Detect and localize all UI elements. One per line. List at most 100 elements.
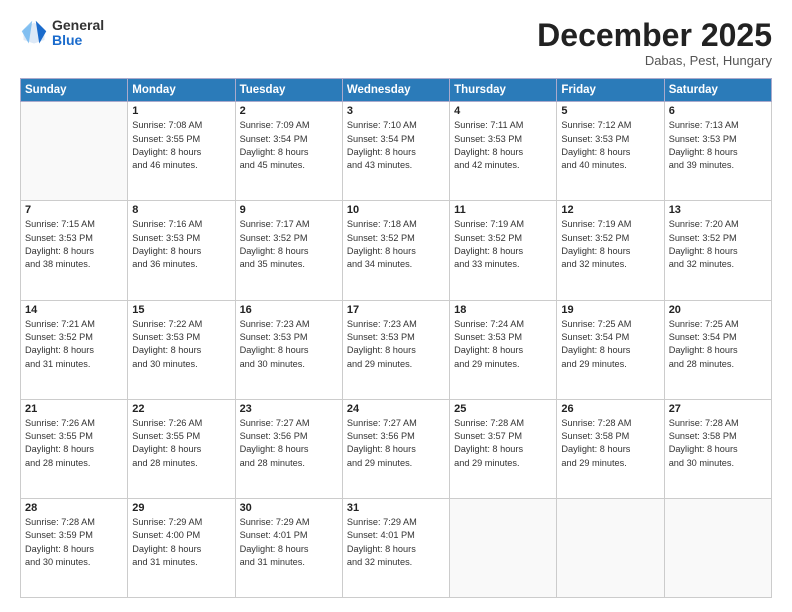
logo-general: General <box>52 18 104 33</box>
day-cell: 15 Sunrise: 7:22 AM Sunset: 3:53 PM Dayli… <box>128 300 235 399</box>
month-title: December 2025 <box>537 18 772 53</box>
day-info: Sunrise: 7:29 AM Sunset: 4:00 PM Dayligh… <box>132 516 230 569</box>
day-cell: 14 Sunrise: 7:21 AM Sunset: 3:52 PM Dayli… <box>21 300 128 399</box>
day-info: Sunrise: 7:28 AM Sunset: 3:57 PM Dayligh… <box>454 417 552 470</box>
day-number: 14 <box>25 304 123 316</box>
header-friday: Friday <box>557 79 664 102</box>
day-number: 27 <box>669 403 767 415</box>
header-wednesday: Wednesday <box>342 79 449 102</box>
day-info: Sunrise: 7:17 AM Sunset: 3:52 PM Dayligh… <box>240 218 338 271</box>
day-cell: 9 Sunrise: 7:17 AM Sunset: 3:52 PM Daylig… <box>235 201 342 300</box>
day-info: Sunrise: 7:21 AM Sunset: 3:52 PM Dayligh… <box>25 318 123 371</box>
week-row-5: 28Sunrise: 7:28 AM Sunset: 3:59 PM Dayli… <box>21 498 772 597</box>
location: Dabas, Pest, Hungary <box>537 53 772 68</box>
day-number: 15 <box>132 304 230 316</box>
day-info: Sunrise: 7:13 AM Sunset: 3:53 PM Dayligh… <box>669 119 767 172</box>
header-saturday: Saturday <box>664 79 771 102</box>
day-cell: 11 Sunrise: 7:19 AM Sunset: 3:52 PM Dayli… <box>450 201 557 300</box>
week-row-2: 7Sunrise: 7:15 AM Sunset: 3:53 PM Daylig… <box>21 201 772 300</box>
day-number: 13 <box>669 204 767 216</box>
day-cell <box>450 498 557 597</box>
day-number: 6 <box>669 105 767 117</box>
day-info: Sunrise: 7:24 AM Sunset: 3:53 PM Dayligh… <box>454 318 552 371</box>
day-cell: 26Sunrise: 7:28 AM Sunset: 3:58 PM Dayli… <box>557 399 664 498</box>
day-info: Sunrise: 7:26 AM Sunset: 3:55 PM Dayligh… <box>132 417 230 470</box>
day-number: 21 <box>25 403 123 415</box>
day-number: 10 <box>347 204 445 216</box>
day-cell: 20Sunrise: 7:25 AM Sunset: 3:54 PM Dayli… <box>664 300 771 399</box>
day-number: 18 <box>454 304 552 316</box>
day-cell: 1 Sunrise: 7:08 AM Sunset: 3:55 PM Daylig… <box>128 102 235 201</box>
day-info: Sunrise: 7:19 AM Sunset: 3:52 PM Dayligh… <box>454 218 552 271</box>
day-info: Sunrise: 7:29 AM Sunset: 4:01 PM Dayligh… <box>347 516 445 569</box>
logo-blue: Blue <box>52 33 104 48</box>
day-number: 30 <box>240 502 338 514</box>
day-cell: 18 Sunrise: 7:24 AM Sunset: 3:53 PM Dayli… <box>450 300 557 399</box>
day-number: 5 <box>561 105 659 117</box>
day-cell: 25Sunrise: 7:28 AM Sunset: 3:57 PM Dayli… <box>450 399 557 498</box>
logo: General Blue <box>20 18 104 49</box>
day-info: Sunrise: 7:20 AM Sunset: 3:52 PM Dayligh… <box>669 218 767 271</box>
day-number: 22 <box>132 403 230 415</box>
day-cell: 4Sunrise: 7:11 AM Sunset: 3:53 PM Daylig… <box>450 102 557 201</box>
week-row-3: 14 Sunrise: 7:21 AM Sunset: 3:52 PM Dayli… <box>21 300 772 399</box>
day-number: 28 <box>25 502 123 514</box>
day-cell <box>557 498 664 597</box>
day-cell: 28Sunrise: 7:28 AM Sunset: 3:59 PM Dayli… <box>21 498 128 597</box>
day-info: Sunrise: 7:12 AM Sunset: 3:53 PM Dayligh… <box>561 119 659 172</box>
day-number: 7 <box>25 204 123 216</box>
day-number: 24 <box>347 403 445 415</box>
day-cell: 16 Sunrise: 7:23 AM Sunset: 3:53 PM Dayli… <box>235 300 342 399</box>
day-info: Sunrise: 7:27 AM Sunset: 3:56 PM Dayligh… <box>347 417 445 470</box>
day-number: 3 <box>347 105 445 117</box>
day-info: Sunrise: 7:22 AM Sunset: 3:53 PM Dayligh… <box>132 318 230 371</box>
day-info: Sunrise: 7:18 AM Sunset: 3:52 PM Dayligh… <box>347 218 445 271</box>
day-cell: 13 Sunrise: 7:20 AM Sunset: 3:52 PM Dayli… <box>664 201 771 300</box>
day-number: 19 <box>561 304 659 316</box>
day-cell: 5 Sunrise: 7:12 AM Sunset: 3:53 PM Daylig… <box>557 102 664 201</box>
day-info: Sunrise: 7:23 AM Sunset: 3:53 PM Dayligh… <box>347 318 445 371</box>
day-info: Sunrise: 7:23 AM Sunset: 3:53 PM Dayligh… <box>240 318 338 371</box>
day-cell: 29 Sunrise: 7:29 AM Sunset: 4:00 PM Dayli… <box>128 498 235 597</box>
day-number: 1 <box>132 105 230 117</box>
day-number: 9 <box>240 204 338 216</box>
header: General Blue December 2025 Dabas, Pest, … <box>20 18 772 68</box>
day-cell: 6 Sunrise: 7:13 AM Sunset: 3:53 PM Daylig… <box>664 102 771 201</box>
week-row-4: 21 Sunrise: 7:26 AM Sunset: 3:55 PM Dayli… <box>21 399 772 498</box>
day-cell: 7Sunrise: 7:15 AM Sunset: 3:53 PM Daylig… <box>21 201 128 300</box>
day-cell: 2Sunrise: 7:09 AM Sunset: 3:54 PM Daylig… <box>235 102 342 201</box>
day-info: Sunrise: 7:16 AM Sunset: 3:53 PM Dayligh… <box>132 218 230 271</box>
day-cell <box>664 498 771 597</box>
day-info: Sunrise: 7:28 AM Sunset: 3:58 PM Dayligh… <box>669 417 767 470</box>
day-info: Sunrise: 7:19 AM Sunset: 3:52 PM Dayligh… <box>561 218 659 271</box>
day-number: 11 <box>454 204 552 216</box>
day-cell: 24 Sunrise: 7:27 AM Sunset: 3:56 PM Dayli… <box>342 399 449 498</box>
day-cell: 19 Sunrise: 7:25 AM Sunset: 3:54 PM Dayli… <box>557 300 664 399</box>
day-info: Sunrise: 7:27 AM Sunset: 3:56 PM Dayligh… <box>240 417 338 470</box>
day-number: 2 <box>240 105 338 117</box>
week-row-1: 1 Sunrise: 7:08 AM Sunset: 3:55 PM Daylig… <box>21 102 772 201</box>
day-cell: 31 Sunrise: 7:29 AM Sunset: 4:01 PM Dayli… <box>342 498 449 597</box>
day-cell: 23Sunrise: 7:27 AM Sunset: 3:56 PM Dayli… <box>235 399 342 498</box>
day-cell: 12Sunrise: 7:19 AM Sunset: 3:52 PM Dayli… <box>557 201 664 300</box>
day-cell: 22 Sunrise: 7:26 AM Sunset: 3:55 PM Dayli… <box>128 399 235 498</box>
logo-text: General Blue <box>52 18 104 49</box>
title-block: December 2025 Dabas, Pest, Hungary <box>537 18 772 68</box>
day-number: 31 <box>347 502 445 514</box>
day-cell: 30Sunrise: 7:29 AM Sunset: 4:01 PM Dayli… <box>235 498 342 597</box>
weekday-header-row: Sunday Monday Tuesday Wednesday Thursday… <box>21 79 772 102</box>
logo-icon <box>20 19 48 47</box>
header-monday: Monday <box>128 79 235 102</box>
day-info: Sunrise: 7:25 AM Sunset: 3:54 PM Dayligh… <box>561 318 659 371</box>
day-number: 17 <box>347 304 445 316</box>
day-info: Sunrise: 7:10 AM Sunset: 3:54 PM Dayligh… <box>347 119 445 172</box>
day-number: 29 <box>132 502 230 514</box>
day-info: Sunrise: 7:25 AM Sunset: 3:54 PM Dayligh… <box>669 318 767 371</box>
day-number: 8 <box>132 204 230 216</box>
day-cell: 27 Sunrise: 7:28 AM Sunset: 3:58 PM Dayli… <box>664 399 771 498</box>
day-info: Sunrise: 7:11 AM Sunset: 3:53 PM Dayligh… <box>454 119 552 172</box>
day-info: Sunrise: 7:08 AM Sunset: 3:55 PM Dayligh… <box>132 119 230 172</box>
day-number: 16 <box>240 304 338 316</box>
day-number: 26 <box>561 403 659 415</box>
page: General Blue December 2025 Dabas, Pest, … <box>0 0 792 612</box>
